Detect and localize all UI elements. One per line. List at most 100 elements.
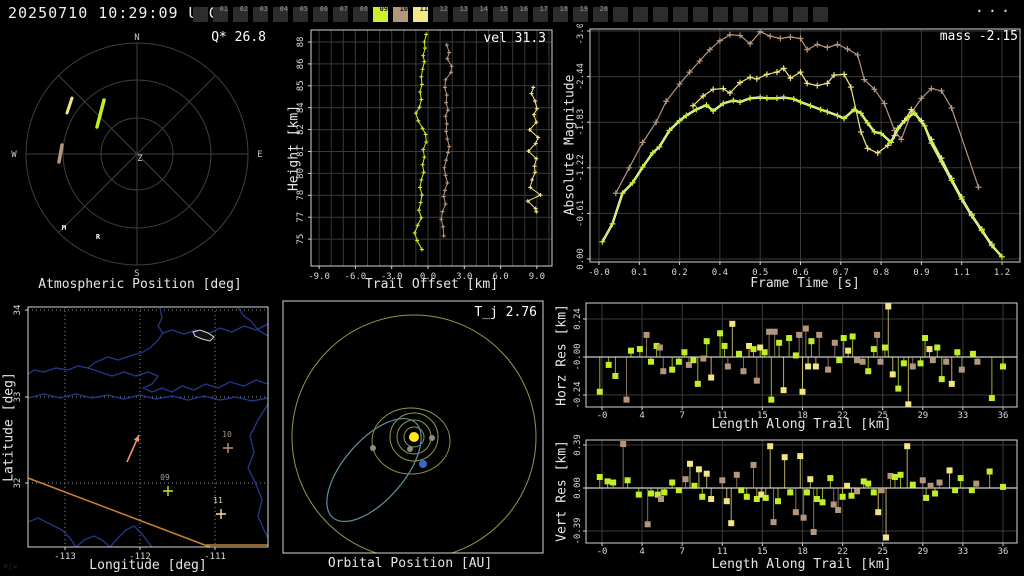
map-boundary	[27, 393, 269, 402]
svg-text:0.39: 0.39	[573, 434, 583, 456]
camera-box-blank-21[interactable]	[613, 7, 628, 22]
vert-res-ylabel: Vert Res [km]	[554, 440, 570, 542]
camera-number: 19	[579, 5, 588, 13]
camera-box-blank-24[interactable]	[673, 7, 688, 22]
atmospheric-position-plot: NSW EZMR	[11, 33, 262, 279]
map-boundary	[27, 307, 164, 375]
camera-box-blank-27[interactable]	[733, 7, 748, 22]
camera-number: 06	[319, 5, 328, 13]
camera-box-blank-22[interactable]	[633, 7, 648, 22]
svg-text:N: N	[134, 33, 139, 43]
svg-text:09: 09	[160, 473, 170, 482]
map-xlabel: Longitude [deg]	[89, 558, 207, 573]
camera-box-14[interactable]: 14	[473, 5, 488, 22]
camera-box-11[interactable]: 11	[413, 5, 428, 22]
earth-marker	[419, 460, 427, 468]
svg-text:29: 29	[917, 547, 928, 557]
fit-line	[601, 96, 1003, 258]
svg-text:77: 77	[296, 212, 306, 223]
magnitude-ylabel: Absolute Magnitude	[562, 74, 578, 216]
top-bar: 20250710 10:29:09 UTC 01 02 03 04 05 06 07 08 09…	[0, 0, 1024, 24]
svg-text:18: 18	[797, 547, 808, 557]
svg-text:-2.44: -2.44	[576, 63, 586, 90]
camera-box-06[interactable]: 06	[313, 5, 328, 22]
trail-xlabel: Trail Offset [km]	[364, 277, 499, 292]
horz-res-xlabel: Length Along Trail [km]	[711, 417, 892, 432]
svg-text:0.00: 0.00	[573, 477, 583, 499]
camera-number: 04	[279, 5, 288, 13]
camera-box-07[interactable]: 07	[333, 5, 348, 22]
svg-text:E: E	[257, 150, 262, 160]
residuals-panel: -0 4 7 11 15 18 22 25 29 33 36 0.24 -0.00 -0.24 -0 4 7 11…	[550, 295, 1024, 576]
camera-box-blank-28[interactable]	[753, 7, 768, 22]
svg-text:W: W	[11, 150, 17, 160]
svg-text:4: 4	[639, 547, 644, 557]
residuals-plots: -0 4 7 11 15 18 22 25 29 33 360.24-0.00-0.24-0 4 7 11…	[573, 302, 1018, 557]
camera-number: 18	[559, 5, 568, 13]
timestamp: 20250710 10:29:09 UTC	[8, 4, 219, 22]
svg-text:7: 7	[679, 547, 684, 557]
map-boundary	[237, 307, 269, 337]
map-boundary	[109, 525, 153, 548]
svg-text:86: 86	[296, 58, 306, 69]
camera-box-blank-23[interactable]	[653, 7, 668, 22]
camera-box-15[interactable]: 15	[493, 5, 508, 22]
svg-text:25: 25	[877, 547, 888, 557]
svg-text:R: R	[96, 233, 101, 241]
camera-number: 14	[479, 5, 488, 13]
camera-number: 02	[239, 5, 248, 13]
camera-box-09[interactable]: 09	[373, 5, 388, 22]
camera-box-blank-25[interactable]	[693, 7, 708, 22]
camera-number: 09	[379, 5, 388, 13]
camera-box-19[interactable]: 19	[573, 5, 588, 22]
camera-box-blank-30[interactable]	[793, 7, 808, 22]
camera-number: 20	[599, 5, 608, 13]
camera-box-03[interactable]: 03	[253, 5, 268, 22]
ground-map-panel: 10 09 11 -113 -112 -111 34 33 32 Longitude [deg]…	[0, 295, 280, 576]
camera-number: 07	[339, 5, 348, 13]
camera-box-01[interactable]: 01	[213, 5, 228, 22]
camera-number: 03	[259, 5, 268, 13]
camera-box-16[interactable]: 16	[513, 5, 528, 22]
map-ylabel: Latitude [deg]	[1, 372, 17, 482]
camera-box-12[interactable]: 12	[433, 5, 448, 22]
lightcurve-series-10	[615, 31, 980, 194]
overflow-menu[interactable]: ...	[975, 0, 1014, 16]
camera-box-18[interactable]: 18	[553, 5, 568, 22]
camera-box-blank-0[interactable]	[193, 7, 208, 22]
camera-box-17[interactable]: 17	[533, 5, 548, 22]
meteor-monitor-window: 20250710 10:29:09 UTC 01 02 03 04 05 06 07 08 09…	[0, 0, 1024, 576]
svg-text:-0: -0	[597, 547, 608, 557]
camera-number: 13	[459, 5, 468, 13]
trail-series-11	[526, 87, 542, 212]
camera-box-02[interactable]: 02	[233, 5, 248, 22]
svg-text:15: 15	[757, 547, 768, 557]
svg-text:85: 85	[296, 80, 306, 91]
light-curve-plot: -0.0 0.1 0.2 0.4 0.5 0.6 0.7 0.8 0.9 1.1 1.2-3.05-…	[576, 24, 1021, 278]
atmospheric-position-panel: NSWEZMR Q* 26.8 Atmospheric Position [de…	[0, 24, 280, 295]
mass-statistic: mass -2.15	[939, 29, 1018, 44]
svg-text:75: 75	[296, 234, 306, 245]
map-boundary	[27, 517, 77, 548]
trail-series-10	[440, 44, 453, 236]
vert-res-xlabel: Length Along Trail [km]	[711, 557, 892, 572]
tisserand-statistic: T_j 2.76	[474, 305, 537, 320]
svg-text:10: 10	[222, 430, 232, 439]
camera-box-blank-29[interactable]	[773, 7, 788, 22]
camera-box-10[interactable]: 10	[393, 5, 408, 22]
camera-box-04[interactable]: 04	[273, 5, 288, 22]
camera-number: 08	[359, 5, 368, 13]
camera-number: 10	[399, 5, 408, 13]
camera-number: 05	[299, 5, 308, 13]
trail-ylabel: Height [km]	[286, 104, 302, 192]
camera-box-blank-31[interactable]	[813, 7, 828, 22]
camera-box-blank-26[interactable]	[713, 7, 728, 22]
svg-text:34: 34	[13, 305, 23, 316]
sun-marker	[409, 432, 419, 442]
camera-box-05[interactable]: 05	[293, 5, 308, 22]
orbit-title: Orbital Position [AU]	[327, 556, 493, 571]
camera-box-20[interactable]: 20	[593, 5, 608, 22]
camera-box-08[interactable]: 08	[353, 5, 368, 22]
velocity-statistic: vel 31.3	[483, 31, 546, 46]
camera-box-13[interactable]: 13	[453, 5, 468, 22]
